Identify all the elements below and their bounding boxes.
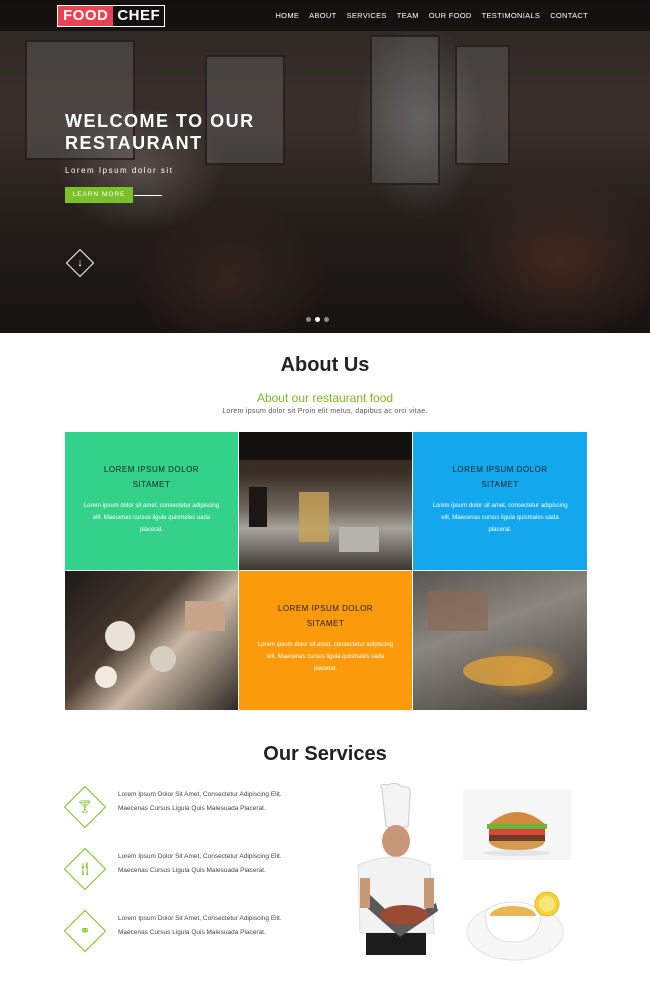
- about-subtitle: About our restaurant food: [256, 391, 394, 405]
- noodles-photo: [413, 571, 587, 710]
- slider-dots: [306, 317, 329, 322]
- card-heading: LOREM IPSUM DOLOR SITAMET: [103, 465, 200, 489]
- slider-dot[interactable]: [306, 317, 311, 322]
- about-card-orange[interactable]: LOREM IPSUM DOLOR SITAMET Lorem ipsum do…: [239, 571, 412, 710]
- nav-team[interactable]: TEAM: [397, 11, 419, 20]
- service-item: ⚭ Lorem Ipsum Dolor Sit Amet, Consectetu…: [63, 909, 286, 958]
- nav-our-food[interactable]: OUR FOOD: [429, 11, 472, 20]
- site-logo[interactable]: FOOD CHEF: [57, 5, 166, 27]
- about-card-blue[interactable]: LOREM IPSUM DOLOR SITAMET Lorem ipsum do…: [413, 432, 587, 570]
- cutlery-icon: 🍴︎: [76, 861, 94, 876]
- service-item: 🍴︎ Lorem Ipsum Dolor Sit Amet, Consectet…: [63, 847, 286, 896]
- slider-dot-active[interactable]: [315, 317, 320, 322]
- arrow-down-icon: ↓: [77, 257, 83, 269]
- burger-image: [463, 790, 571, 860]
- tea-cup-image: [466, 891, 564, 961]
- about-description: Lorem ipsum dolor sit Proin elit metus, …: [222, 408, 428, 415]
- hero-banner: FOOD CHEF HOME ABOUT SERVICES TEAM OUR F…: [0, 0, 650, 333]
- chef-image: [357, 783, 438, 955]
- top-navigation-bar: FOOD CHEF HOME ABOUT SERVICES TEAM OUR F…: [0, 0, 650, 31]
- card-heading: LOREM IPSUM DOLOR SITAMET: [452, 465, 548, 489]
- coffee-table-photo: [65, 571, 238, 710]
- card-text: Lorem ipsum dolor sit amet, consectetur …: [257, 642, 394, 672]
- nav-contact[interactable]: CONTACT: [550, 11, 588, 20]
- hero-subtitle: Lorem Ipsum dolor sit: [65, 166, 174, 175]
- service-text: Lorem Ipsum Dolor Sit Amet, Consectetur …: [118, 853, 282, 874]
- nav-about[interactable]: ABOUT: [309, 11, 336, 20]
- main-nav: HOME ABOUT SERVICES TEAM OUR FOOD TESTIM…: [275, 11, 588, 20]
- card-text: Lorem ipsum dolor sit amet, consectetur …: [83, 503, 220, 533]
- logo-text-chef: CHEF: [113, 6, 165, 26]
- service-text: Lorem Ipsum Dolor Sit Amet, Consectetur …: [118, 791, 282, 812]
- nav-testimonials[interactable]: TESTIMONIALS: [482, 11, 541, 20]
- nav-home[interactable]: HOME: [275, 11, 299, 20]
- about-title: About Us: [280, 354, 370, 376]
- card-heading: LOREM IPSUM DOLOR SITAMET: [277, 604, 374, 628]
- about-grid: LOREM IPSUM DOLOR SITAMET Lorem ipsum do…: [65, 432, 587, 710]
- learn-more-button[interactable]: LEARN MORE: [65, 187, 133, 203]
- slider-dot[interactable]: [324, 317, 329, 322]
- hero-title: WELCOME TO OUR RESTAURANT: [65, 111, 255, 153]
- service-text: Lorem Ipsum Dolor Sit Amet, Consectetur …: [118, 915, 282, 936]
- cocktail-icon: 🍸︎: [76, 799, 94, 814]
- nav-services[interactable]: SERVICES: [347, 11, 387, 20]
- services-title: Our Services: [263, 743, 387, 765]
- about-card-green[interactable]: LOREM IPSUM DOLOR SITAMET Lorem ipsum do…: [65, 432, 238, 570]
- button-divider-line: [134, 195, 162, 196]
- page: FOOD CHEF HOME ABOUT SERVICES TEAM OUR F…: [0, 0, 650, 997]
- logo-text-food: FOOD: [58, 6, 114, 26]
- spoon-icon: ⚭: [79, 923, 91, 938]
- service-item: 🍸︎ Lorem Ipsum Dolor Sit Amet, Consectet…: [63, 785, 286, 834]
- card-text: Lorem ipsum dolor sit amet, consectetur …: [432, 503, 568, 533]
- kitchen-photo: [239, 432, 412, 570]
